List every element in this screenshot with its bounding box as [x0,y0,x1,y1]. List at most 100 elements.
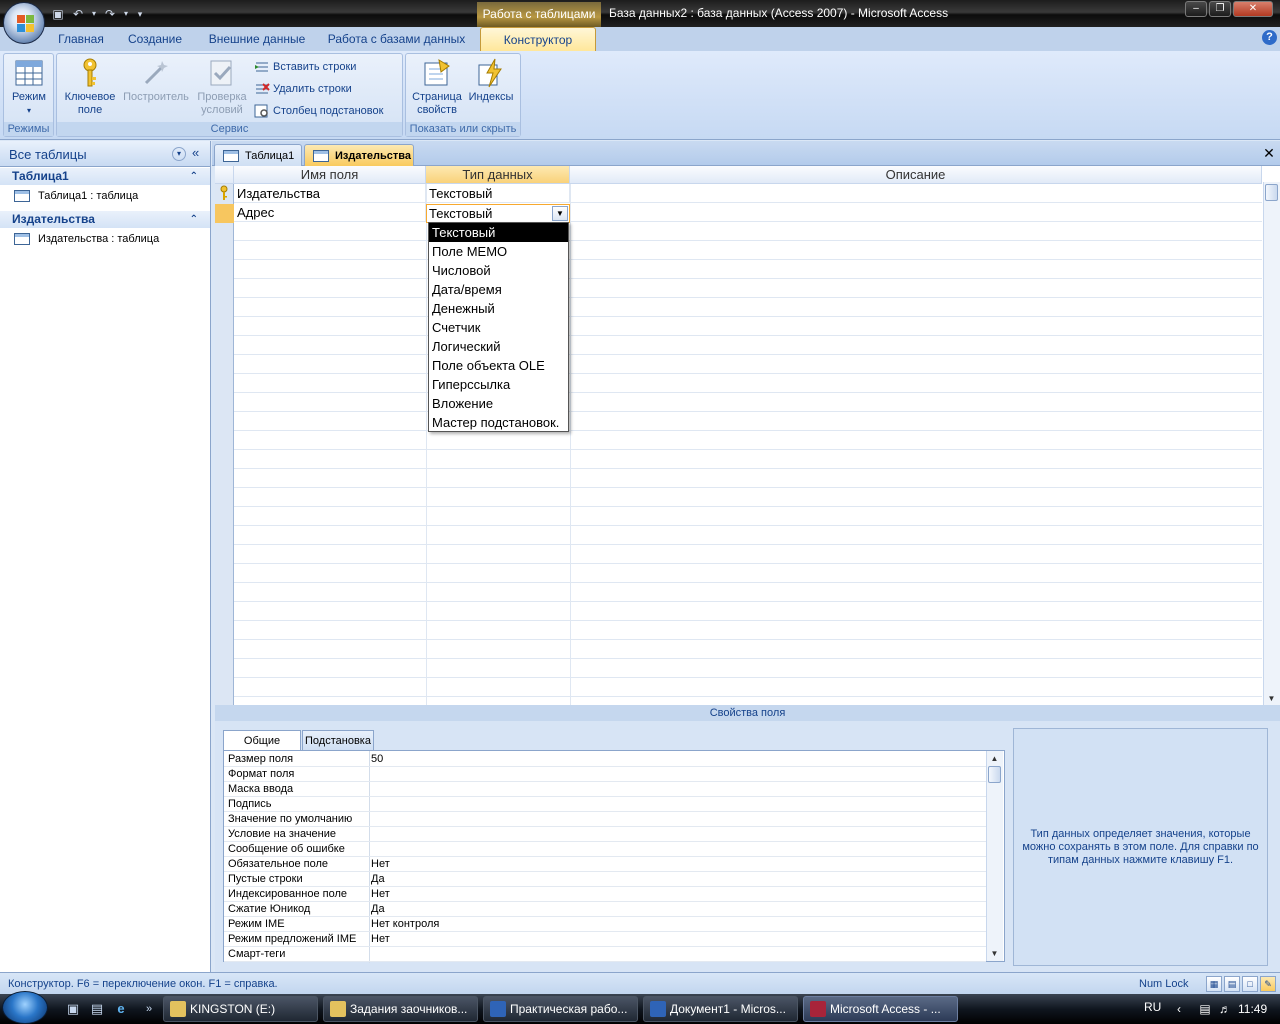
table-row[interactable]: Адрес [234,203,1262,222]
data-type-combobox[interactable]: Текстовый ▼ [426,204,570,223]
property-row[interactable]: Условие на значение [224,827,986,842]
network-icon[interactable]: ▤ [1198,1002,1212,1016]
header-description[interactable]: Описание [570,166,1262,184]
table-row[interactable] [234,298,1262,317]
table-row[interactable] [234,450,1262,469]
list-item[interactable]: Текстовый [429,223,568,242]
taskbar-button-assignments[interactable]: Задания заочников... [323,996,478,1022]
minimize-button[interactable]: – [1185,1,1207,17]
table-row[interactable] [234,602,1262,621]
table-row[interactable] [234,412,1262,431]
property-value[interactable]: Да [371,872,385,887]
doc-tab-publishers[interactable]: Издательства [304,144,414,166]
current-row-selector[interactable] [215,204,234,223]
table-row[interactable] [234,507,1262,526]
undo-icon[interactable]: ↶ [70,6,86,22]
table-row[interactable] [234,640,1262,659]
header-data-type[interactable]: Тип данных [426,166,570,184]
list-item[interactable]: Вложение [429,394,568,413]
design-view-icon[interactable]: ✎ [1260,976,1276,992]
table-row[interactable] [234,355,1262,374]
list-item[interactable]: Дата/время [429,280,568,299]
property-row[interactable]: Пустые строки Да [224,872,986,887]
combo-dropdown-arrow-icon[interactable]: ▼ [552,206,568,221]
nav-pane-header[interactable]: Все таблицы ▾ « [0,141,210,167]
doc-tab-table1[interactable]: Таблица1 [214,144,302,166]
table-row[interactable] [234,260,1262,279]
view-button[interactable]: Режим ▾ [7,57,51,117]
nav-group-publishers[interactable]: Издательства ⌃ [0,211,210,228]
nav-group-table1[interactable]: Таблица1 ⌃ [0,168,210,185]
nav-item-publishers[interactable]: Издательства : таблица [14,230,159,248]
collapse-group-icon[interactable]: ⌃ [190,168,198,185]
list-item[interactable]: Мастер подстановок. [429,413,568,432]
property-row[interactable]: Маска ввода [224,782,986,797]
nav-item-table1[interactable]: Таблица1 : таблица [14,187,138,205]
taskbar-button-practical[interactable]: Практическая рабо... [483,996,638,1022]
pivot-chart-view-icon[interactable]: □ [1242,976,1258,992]
table-row[interactable] [234,469,1262,488]
language-indicator[interactable]: RU [1144,994,1161,1020]
table-row[interactable] [234,659,1262,678]
close-document-icon[interactable]: ✕ [1262,146,1276,160]
table-row[interactable] [234,678,1262,697]
tab-home[interactable]: Главная [52,27,110,51]
scroll-thumb[interactable] [1265,184,1278,201]
table-row[interactable] [234,374,1262,393]
system-clock[interactable]: 11:49 [1238,994,1267,1024]
property-value[interactable]: Нет [371,887,390,902]
redo-icon[interactable]: ↷ [102,6,118,22]
property-row[interactable]: Индексированное поле Нет [224,887,986,902]
header-field-name[interactable]: Имя поля [234,166,426,184]
scroll-down-arrow-icon[interactable]: ▼ [1264,691,1279,706]
tab-lookup[interactable]: Подстановка [302,730,374,750]
table-row[interactable] [234,545,1262,564]
table-row[interactable] [234,279,1262,298]
list-item[interactable]: Поле MEMO [429,242,568,261]
property-value[interactable]: Да [371,902,385,917]
property-row[interactable]: Значение по умолчанию [224,812,986,827]
volume-icon[interactable]: ♬ [1218,1002,1232,1016]
help-icon[interactable]: ? [1262,30,1277,45]
property-row[interactable]: Режим предложений IME Нет [224,932,986,947]
table-row[interactable] [234,583,1262,602]
tab-general[interactable]: Общие [223,730,301,751]
data-type-cell[interactable]: Текстовый [426,184,570,203]
property-value[interactable]: Нет [371,857,390,872]
scroll-up-arrow-icon[interactable]: ▲ [987,751,1002,766]
property-row[interactable]: Подпись [224,797,986,812]
table-row[interactable] [234,317,1262,336]
quick-launch-more-icon[interactable]: » [140,1000,158,1018]
table-row[interactable] [234,222,1262,241]
property-sheet-button[interactable]: Страница свойств [409,57,465,117]
shutter-bar-close-icon[interactable]: « [192,145,199,160]
show-desktop-icon[interactable]: ▣ [64,1000,82,1018]
list-item[interactable]: Числовой [429,261,568,280]
undo-dropdown-icon[interactable]: ▾ [90,6,98,22]
tab-design[interactable]: Конструктор [480,27,596,51]
tab-create[interactable]: Создание [122,27,188,51]
save-icon[interactable]: ▣ [50,6,66,22]
property-value[interactable]: 50 [371,752,383,767]
table-row[interactable] [234,526,1262,545]
lookup-column-button[interactable]: Столбец подстановок [254,101,383,121]
delete-rows-button[interactable]: Удалить строки [254,79,352,99]
nav-menu-dropdown-icon[interactable]: ▾ [172,147,186,161]
redo-dropdown-icon[interactable]: ▾ [122,6,130,22]
list-item[interactable]: Денежный [429,299,568,318]
tray-expand-icon[interactable]: ‹ [1172,1002,1186,1016]
scroll-down-arrow-icon[interactable]: ▼ [987,946,1002,961]
property-row[interactable]: Формат поля [224,767,986,782]
property-row[interactable]: Режим IME Нет контроля [224,917,986,932]
field-name-cell[interactable]: Издательства [234,184,426,203]
taskbar-button-access[interactable]: Microsoft Access - ... [803,996,958,1022]
property-row[interactable]: Размер поля 50 [224,752,986,767]
scroll-thumb[interactable] [988,766,1001,783]
customize-qat-icon[interactable]: ▾ [134,6,146,22]
maximize-button[interactable]: ❐ [1209,1,1231,17]
insert-rows-button[interactable]: Вставить строки [254,57,356,77]
property-value[interactable]: Нет контроля [371,917,439,932]
internet-explorer-icon[interactable]: e [112,1000,130,1018]
table-row[interactable] [234,431,1262,450]
table-row[interactable] [234,621,1262,640]
